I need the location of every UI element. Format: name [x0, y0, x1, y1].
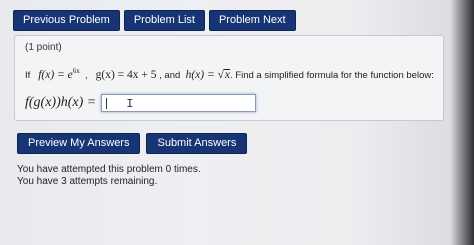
h-definition-prefix: h(x) = [185, 68, 215, 81]
answer-actions: Preview My Answers Submit Answers [17, 133, 248, 154]
problem-statement: If f(x) = e6x , g(x) = 4x + 5 , and h(x)… [25, 67, 434, 81]
next-problem-button[interactable]: Problem Next [208, 10, 296, 31]
previous-problem-button[interactable]: Previous Problem [13, 10, 120, 31]
text-cursor-icon: I [126, 97, 134, 111]
h-definition: h(x) = √x [185, 68, 231, 81]
answer-row: f(g(x))h(x) = I [25, 94, 257, 112]
problem-list-button[interactable]: Problem List [123, 10, 205, 31]
submit-answers-button[interactable]: Submit Answers [146, 133, 248, 154]
problem-navigation: Previous Problem Problem List Problem Ne… [13, 10, 296, 31]
answer-label: f(g(x))h(x) = [25, 95, 97, 110]
problem-panel: (1 point) If f(x) = e6x , g(x) = 4x + 5 … [14, 35, 444, 121]
if-text: If [25, 69, 31, 81]
attempt-status: You have attempted this problem 0 times.… [17, 164, 201, 188]
preview-answers-button[interactable]: Preview My Answers [17, 133, 141, 154]
answer-input[interactable]: I [101, 94, 257, 112]
f-exponent: 6x [72, 67, 80, 75]
f-definition: f(x) = e6x [38, 67, 80, 81]
remaining-text: You have 3 attempts remaining. [17, 176, 158, 187]
g-definition: g(x) = 4x + 5 [95, 68, 157, 81]
instruction-text: . Find a simplified formula for the func… [230, 69, 434, 81]
f-definition-base: f(x) = e [38, 68, 73, 81]
attempted-text: You have attempted this problem 0 times. [17, 164, 201, 175]
and-text: , and [159, 69, 181, 81]
problem-points: (1 point) [25, 42, 62, 53]
text-caret [106, 98, 108, 109]
